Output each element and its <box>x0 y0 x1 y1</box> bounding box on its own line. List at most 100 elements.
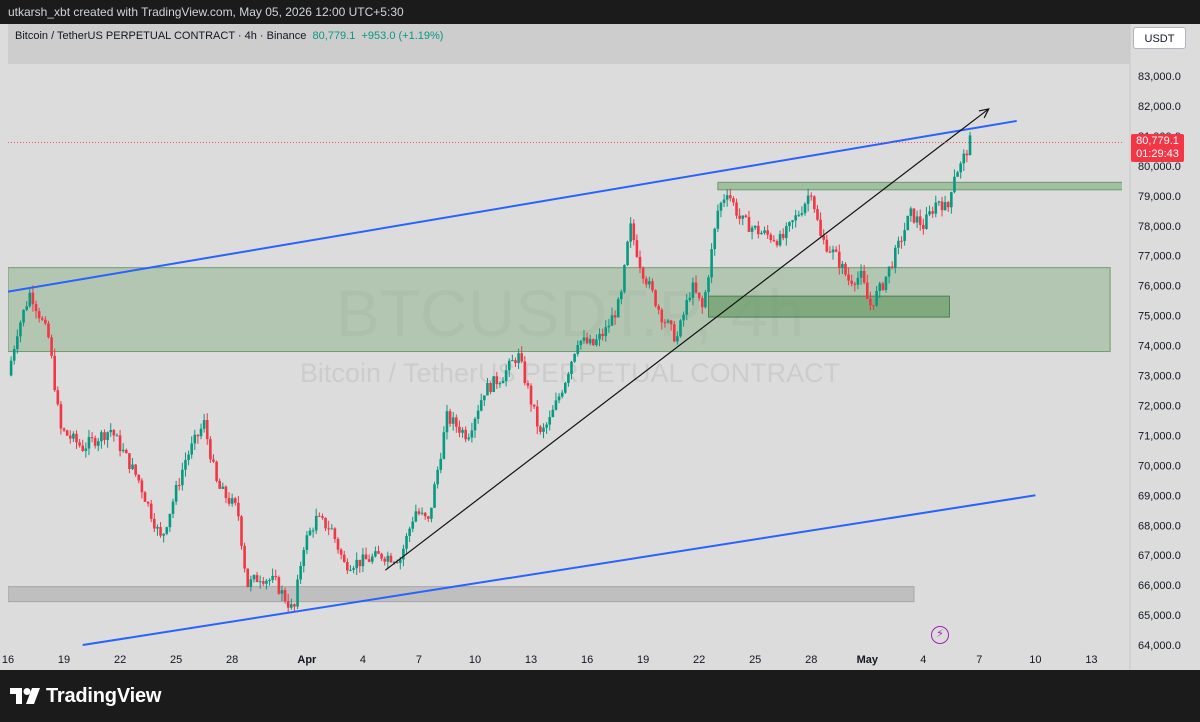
y-tick-label: 69,000.0 <box>1138 490 1181 502</box>
candle-body <box>601 333 604 337</box>
candle-body <box>171 501 175 514</box>
candle-body <box>445 411 449 433</box>
candle-body <box>607 325 611 328</box>
candle-body <box>261 581 265 584</box>
candle-body <box>9 360 13 376</box>
candle-body <box>598 333 601 340</box>
candle-body <box>785 226 788 239</box>
candle-body <box>750 227 754 232</box>
symbol-legend[interactable]: Bitcoin / TetherUS PERPETUAL CONTRACT · … <box>15 30 443 42</box>
candle-body <box>847 274 850 281</box>
lightning-icon[interactable]: ⚡ <box>931 626 949 644</box>
candle-body <box>517 353 520 364</box>
candle-body <box>90 437 94 439</box>
small-support-zone <box>708 295 950 318</box>
candle-body <box>918 216 922 225</box>
candle-body <box>592 339 595 346</box>
candle-body <box>629 223 632 242</box>
gray-support-zone <box>8 586 915 603</box>
candle-body <box>268 580 271 582</box>
candle-body <box>25 306 28 310</box>
candle-body <box>181 469 184 486</box>
candle-body <box>968 135 972 156</box>
candle-body <box>573 353 576 362</box>
candle-body <box>243 545 246 569</box>
candle-body <box>716 210 720 229</box>
candle-body <box>143 492 147 502</box>
candle-body <box>554 400 558 410</box>
candle-body <box>557 396 561 401</box>
x-tick-label: 28 <box>226 654 238 666</box>
candle-body <box>240 516 243 546</box>
candle-body <box>352 568 355 570</box>
candle-body <box>604 327 608 337</box>
candle-body <box>96 441 100 446</box>
candle-body <box>906 215 910 231</box>
candle-body <box>81 445 85 451</box>
candle-body <box>146 501 150 504</box>
x-tick-label: 7 <box>416 654 422 666</box>
candle-body <box>529 385 533 405</box>
candle-body <box>311 530 315 532</box>
candle-body <box>613 315 617 318</box>
candle-body <box>679 320 682 337</box>
y-tick-label: 82,000.0 <box>1138 101 1181 113</box>
candle-body <box>769 234 773 241</box>
y-tick-label: 72,000.0 <box>1138 400 1181 412</box>
price-chart[interactable]: BTCUSDT.P, 4hBitcoin / TetherUS PERPETUA… <box>0 0 1200 722</box>
candle-body <box>199 428 203 437</box>
candle-body <box>685 300 689 315</box>
candle-body <box>931 211 934 214</box>
candle-body <box>62 428 66 431</box>
candle-body <box>258 581 262 583</box>
candle-body <box>302 550 306 567</box>
candle-body <box>433 484 436 508</box>
candle-body <box>342 554 346 563</box>
candle-body <box>308 530 312 536</box>
candle-body <box>65 430 69 436</box>
candle-body <box>700 298 704 308</box>
candle-body <box>87 437 91 449</box>
bar-countdown: 01:29:43 <box>1136 148 1179 160</box>
x-tick-label: 28 <box>805 654 817 666</box>
candle-body <box>781 234 785 239</box>
candle-body <box>741 215 745 219</box>
candle-body <box>959 163 962 173</box>
candle-body <box>595 339 598 346</box>
candle-body <box>800 213 804 215</box>
x-tick-label: 10 <box>1029 654 1041 666</box>
candle-body <box>865 282 869 300</box>
candle-body <box>476 410 480 419</box>
candle-body <box>84 448 88 451</box>
candle-body <box>196 434 200 437</box>
candle-body <box>862 270 866 283</box>
candle-body <box>283 590 287 602</box>
candle-body <box>539 426 542 432</box>
candle-body <box>869 299 872 306</box>
currency-button[interactable]: USDT <box>1133 27 1186 49</box>
candle-body <box>165 527 169 534</box>
candle-body <box>380 553 383 559</box>
candle-body <box>479 400 483 411</box>
candle-body <box>523 361 527 384</box>
candle-body <box>153 518 156 529</box>
candle-body <box>364 554 368 560</box>
candle-body <box>501 380 505 384</box>
x-tick-label: 7 <box>976 654 982 666</box>
candle-body <box>277 577 281 594</box>
resistance-zone <box>717 181 1122 191</box>
candle-body <box>423 512 427 517</box>
y-tick-label: 73,000.0 <box>1138 371 1181 383</box>
candle-body <box>738 215 741 219</box>
candle-body <box>965 153 969 156</box>
candle-body <box>763 230 766 233</box>
candle-body <box>118 435 122 452</box>
candle-body <box>579 340 583 346</box>
candle-body <box>956 172 959 177</box>
candle-body <box>532 404 536 407</box>
candle-body <box>386 555 390 562</box>
candle-body <box>570 361 573 374</box>
candle-body <box>355 559 358 569</box>
tradingview-logo[interactable]: TradingView <box>10 684 161 708</box>
candle-body <box>778 234 782 246</box>
